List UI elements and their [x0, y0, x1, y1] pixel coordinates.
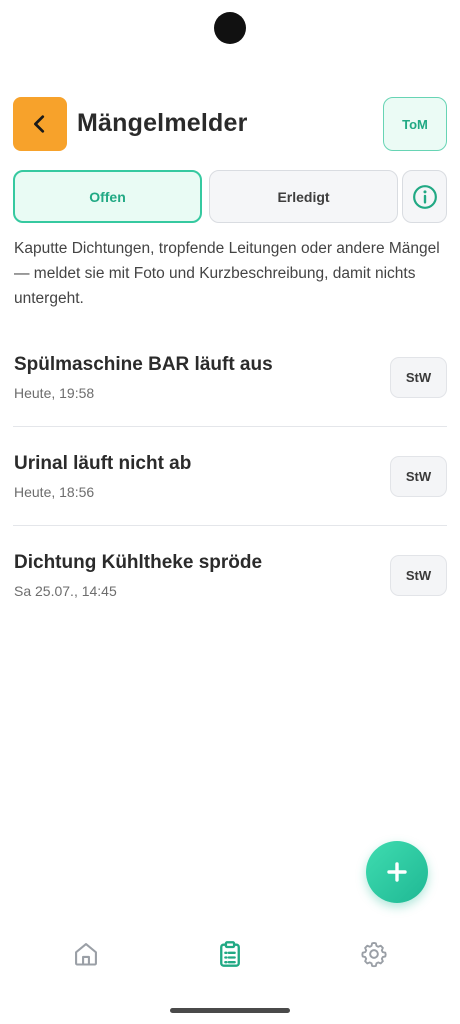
page-title: Mängelmelder [77, 109, 248, 137]
report-time: Heute, 18:56 [14, 484, 95, 500]
front-camera [214, 12, 246, 44]
back-button[interactable] [13, 97, 67, 151]
tab-offen[interactable]: Offen [13, 170, 202, 223]
nav-home[interactable] [66, 934, 106, 974]
clipboard-list-icon [220, 941, 240, 967]
bottom-navigation [0, 920, 460, 986]
tab-erledigt[interactable]: Erledigt [209, 170, 398, 223]
plus-icon [387, 862, 407, 882]
intro-text: Kaputte Dichtungen, tropfende Leitungen … [14, 240, 440, 307]
author-badge: StW [390, 555, 447, 596]
report-list: Spülmaschine BAR läuft aus Heute, 19:58 … [13, 328, 447, 625]
add-report-button[interactable] [366, 841, 428, 903]
info-button[interactable] [402, 170, 447, 223]
report-title: Urinal läuft nicht ab [14, 453, 192, 474]
author-badge: StW [390, 456, 447, 497]
chevron-left-icon [34, 115, 45, 133]
home-icon [75, 943, 97, 966]
report-title: Dichtung Kühltheke spröde [14, 552, 263, 573]
nav-settings[interactable] [354, 934, 394, 974]
app-header: Mängelmelder ToM [13, 97, 447, 151]
list-item[interactable]: Spülmaschine BAR läuft aus Heute, 19:58 … [13, 328, 447, 427]
report-title: Spülmaschine BAR läuft aus [14, 354, 273, 375]
author-badge: StW [390, 357, 447, 398]
list-item[interactable]: Dichtung Kühltheke spröde Sa 25.07., 14:… [13, 526, 447, 625]
info-icon [412, 184, 437, 209]
home-indicator[interactable] [170, 1008, 290, 1013]
list-item[interactable]: Urinal läuft nicht ab Heute, 18:56 StW [13, 427, 447, 526]
nav-reports[interactable] [210, 934, 250, 974]
user-avatar-button[interactable]: ToM [383, 97, 447, 151]
report-time: Sa 25.07., 14:45 [14, 583, 117, 599]
report-time: Heute, 19:58 [14, 385, 95, 401]
status-tabs: Offen Erledigt [13, 170, 447, 223]
gear-icon [361, 941, 387, 968]
